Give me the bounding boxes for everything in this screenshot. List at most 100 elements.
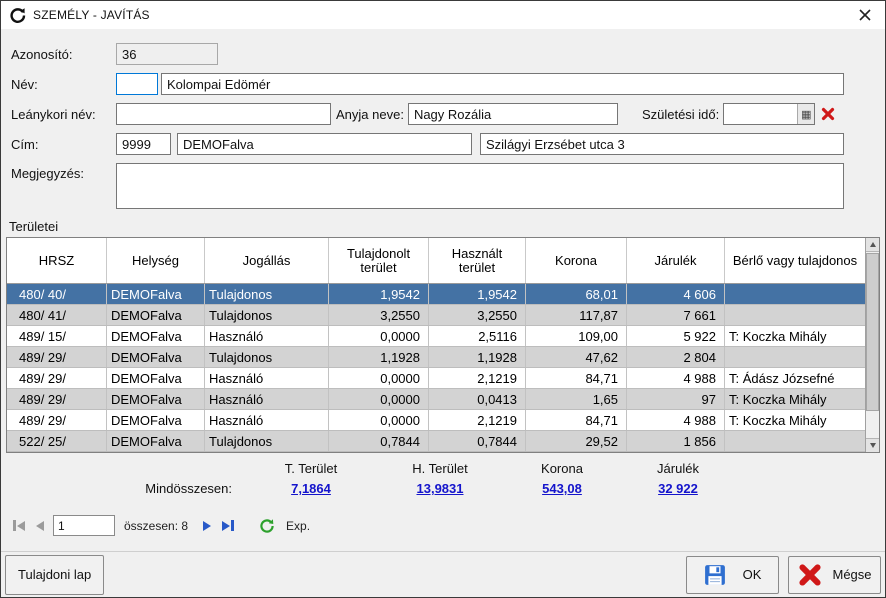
next-page-button[interactable] <box>201 519 213 533</box>
footer-actions: OK Mégse <box>686 556 881 594</box>
cell-korona: 84,71 <box>526 410 627 430</box>
cancel-button[interactable]: Mégse <box>788 556 881 594</box>
close-icon <box>859 9 871 21</box>
cell-jogallas: Tulajdonos <box>205 284 329 304</box>
cell-tulajdonolt: 0,0000 <box>329 326 429 346</box>
export-button[interactable]: Exp. <box>286 519 310 533</box>
first-page-button[interactable] <box>11 518 27 533</box>
window-title: SZEMÉLY - JAVÍTÁS <box>33 8 150 22</box>
cell-jarulek: 4 988 <box>627 410 725 430</box>
scroll-down-button[interactable] <box>866 438 879 452</box>
summary-values: Mindösszesen: 7,186413,9831543,0832 922 <box>6 479 880 499</box>
column-header[interactable]: Korona <box>526 238 627 283</box>
summary: T. TerületH. TerületKoronaJárulék Mindös… <box>6 459 880 499</box>
summary-header: H. Terület <box>376 459 504 479</box>
prev-page-button[interactable] <box>34 519 46 533</box>
summary-value-link[interactable]: 543,08 <box>504 479 620 499</box>
column-header[interactable]: Tulajdonolt terület <box>329 238 429 283</box>
column-header[interactable]: Jogállás <box>205 238 329 283</box>
cell-korona: 68,01 <box>526 284 627 304</box>
pager: összesen: 8 Exp. <box>11 515 885 536</box>
anyja-neve-label: Anyja neve: <box>336 107 404 122</box>
vertical-scrollbar[interactable] <box>865 238 879 452</box>
table-row[interactable]: 480/ 40/DEMOFalvaTulajdonos1,95421,95426… <box>7 284 865 305</box>
column-header[interactable]: Bérlő vagy tulajdonos <box>725 238 865 283</box>
nev-label: Név: <box>11 77 116 92</box>
cell-tulajdonolt: 0,0000 <box>329 368 429 388</box>
column-header[interactable]: Használt terület <box>429 238 526 283</box>
cell-hrsz: 480/ 41/ <box>7 305 107 325</box>
cell-hasznalt: 0,0413 <box>429 389 526 409</box>
cell-jogallas: Tulajdonos <box>205 305 329 325</box>
cell-jogallas: Tulajdonos <box>205 347 329 367</box>
page-input[interactable] <box>53 515 115 536</box>
areas-table: HRSZHelységJogállásTulajdonolt területHa… <box>6 237 880 453</box>
cell-hrsz: 489/ 15/ <box>7 326 107 346</box>
cell-hasznalt: 2,1219 <box>429 368 526 388</box>
cim-zip-input[interactable] <box>116 133 171 155</box>
column-header[interactable]: Járulék <box>627 238 725 283</box>
refresh-icon[interactable] <box>259 518 275 534</box>
person-form: Azonosító: Név: Leánykori név: Anyja nev… <box>1 29 885 209</box>
cell-helyseg: DEMOFalva <box>107 347 205 367</box>
ok-button[interactable]: OK <box>686 556 779 594</box>
scroll-up-icon <box>870 242 876 247</box>
close-button[interactable] <box>853 4 877 26</box>
table-row[interactable]: 489/ 15/DEMOFalvaHasználó0,00002,5116109… <box>7 326 865 347</box>
summary-header: Korona <box>504 459 620 479</box>
nev-prefix-input[interactable] <box>116 73 158 95</box>
cell-korona: 117,87 <box>526 305 627 325</box>
table-row[interactable]: 489/ 29/DEMOFalvaTulajdonos1,19281,19284… <box>7 347 865 368</box>
cell-korona: 47,62 <box>526 347 627 367</box>
table-row[interactable]: 522/ 25/DEMOFalvaTulajdonos0,78440,78442… <box>7 431 865 452</box>
titlebar[interactable]: SZEMÉLY - JAVÍTÁS <box>1 1 885 29</box>
table-row[interactable]: 489/ 29/DEMOFalvaHasználó0,00002,121984,… <box>7 410 865 431</box>
column-header[interactable]: Helység <box>107 238 205 283</box>
cell-tulajdonolt: 0,0000 <box>329 389 429 409</box>
cim-city-input[interactable] <box>177 133 472 155</box>
azonosito-label: Azonosító: <box>11 47 116 62</box>
azonosito-input[interactable] <box>116 43 218 65</box>
cell-helyseg: DEMOFalva <box>107 410 205 430</box>
scroll-up-button[interactable] <box>866 238 879 252</box>
cell-tulajdonolt: 1,1928 <box>329 347 429 367</box>
cell-berlo: T: Koczka Mihály <box>725 389 865 409</box>
last-page-button[interactable] <box>220 518 236 533</box>
table-header-row: HRSZHelységJogállásTulajdonolt területHa… <box>7 238 865 284</box>
cell-korona: 1,65 <box>526 389 627 409</box>
cell-hasznalt: 3,2550 <box>429 305 526 325</box>
cell-tulajdonolt: 1,9542 <box>329 284 429 304</box>
column-header[interactable]: HRSZ <box>7 238 107 283</box>
cancel-icon <box>797 562 823 588</box>
megjegyzes-input[interactable] <box>116 163 844 209</box>
cell-tulajdonolt: 0,0000 <box>329 410 429 430</box>
table-row[interactable]: 480/ 41/DEMOFalvaTulajdonos3,25503,25501… <box>7 305 865 326</box>
cell-jarulek: 5 922 <box>627 326 725 346</box>
teruletei-label: Területei <box>9 219 885 234</box>
cell-jarulek: 4 606 <box>627 284 725 304</box>
cim-street-input[interactable] <box>480 133 844 155</box>
cell-helyseg: DEMOFalva <box>107 389 205 409</box>
summary-value-link[interactable]: 32 922 <box>620 479 736 499</box>
cell-berlo: T: Ádász Józsefné <box>725 368 865 388</box>
nev-input[interactable] <box>161 73 844 95</box>
leanykori-nev-input[interactable] <box>116 103 331 125</box>
tulajdoni-lap-button[interactable]: Tulajdoni lap <box>5 555 104 595</box>
szuletesi-ido-field: ▦ <box>723 103 815 125</box>
szuletesi-ido-input[interactable] <box>724 104 797 124</box>
anyja-neve-input[interactable] <box>408 103 618 125</box>
cell-jogallas: Használó <box>205 410 329 430</box>
megjegyzes-label: Megjegyzés: <box>11 166 116 181</box>
cell-jogallas: Tulajdonos <box>205 431 329 451</box>
table-row[interactable]: 489/ 29/DEMOFalvaHasználó0,00002,121984,… <box>7 368 865 389</box>
cell-berlo: T: Koczka Mihály <box>725 410 865 430</box>
table-row[interactable]: 489/ 29/DEMOFalvaHasználó0,00000,04131,6… <box>7 389 865 410</box>
cell-jarulek: 2 804 <box>627 347 725 367</box>
cell-hasznalt: 1,1928 <box>429 347 526 367</box>
cancel-label: Mégse <box>832 567 871 582</box>
summary-value-link[interactable]: 13,9831 <box>376 479 504 499</box>
calendar-icon[interactable]: ▦ <box>797 104 814 124</box>
scrollbar-thumb[interactable] <box>866 253 879 411</box>
summary-value-link[interactable]: 7,1864 <box>246 479 376 499</box>
clear-date-icon[interactable] <box>821 107 835 121</box>
